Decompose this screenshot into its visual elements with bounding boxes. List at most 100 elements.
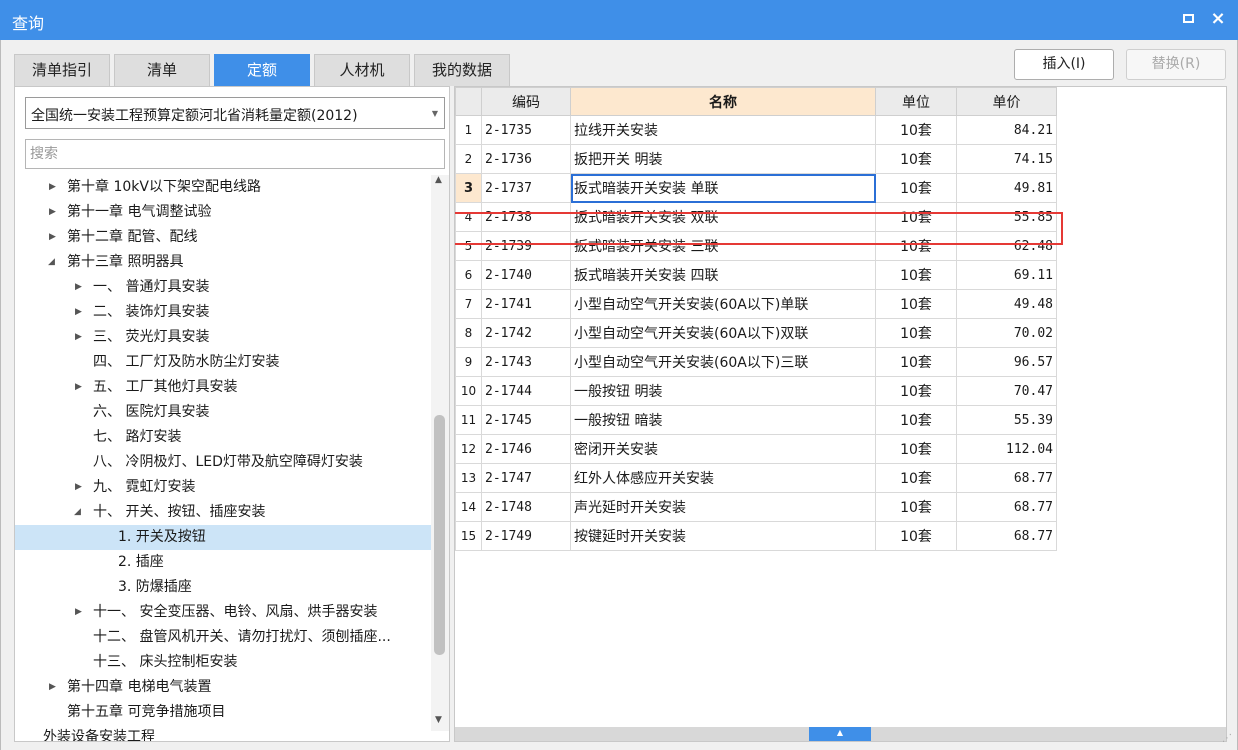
table-row[interactable]: 8 2-1742 小型自动空气开关安装(60A以下)双联 10套 70.02 (455, 318, 1057, 348)
insert-button[interactable]: 插入(I) (1014, 49, 1114, 80)
tree-item[interactable]: 十二、 盘管风机开关、请勿打扰灯、须刨插座... (15, 625, 431, 650)
expand-arrow-icon[interactable]: ▶ (49, 200, 56, 225)
tab-list[interactable]: 清单 (114, 54, 210, 86)
cell-price[interactable]: 70.02 (956, 318, 1057, 348)
column-header-price[interactable]: 单价 (956, 87, 1057, 116)
cell-code[interactable]: 2-1740 (481, 260, 571, 290)
tree-item[interactable]: ◢ 第十三章 照明器具 (15, 250, 431, 275)
tree-item[interactable]: 第十五章 可竞争措施项目 (15, 700, 431, 725)
column-header-unit[interactable]: 单位 (875, 87, 957, 116)
cell-name[interactable]: 一般按钮 明装 (570, 376, 876, 406)
cell-name[interactable]: 小型自动空气开关安装(60A以下)单联 (570, 289, 876, 319)
cell-price[interactable]: 112.04 (956, 434, 1057, 464)
expand-arrow-icon[interactable]: ▶ (49, 175, 56, 200)
cell-code[interactable]: 2-1747 (481, 463, 571, 493)
cell-unit[interactable]: 10套 (875, 376, 957, 406)
tree-item[interactable]: ▶ 十一、 安全变压器、电铃、风扇、烘手器安装 (15, 600, 431, 625)
scroll-up-icon[interactable]: ▲ (435, 175, 442, 185)
cell-name[interactable]: 扳式暗装开关安装 四联 (570, 260, 876, 290)
table-row[interactable]: 15 2-1749 按键延时开关安装 10套 68.77 (455, 521, 1057, 551)
tree-item[interactable]: ◢ 十、 开关、按钮、插座安装 (15, 500, 431, 525)
cell-unit[interactable]: 10套 (875, 173, 957, 203)
cell-code[interactable]: 2-1749 (481, 521, 571, 551)
expand-arrow-icon[interactable]: ▶ (75, 600, 82, 625)
cell-unit[interactable]: 10套 (875, 289, 957, 319)
table-row[interactable]: 14 2-1748 声光延时开关安装 10套 68.77 (455, 492, 1057, 522)
tree-item[interactable]: 八、 冷阴极灯、LED灯带及航空障碍灯安装 (15, 450, 431, 475)
tree-item-selected[interactable]: 1. 开关及按钮 (15, 525, 431, 550)
table-row[interactable]: 10 2-1744 一般按钮 明装 10套 70.47 (455, 376, 1057, 406)
tab-my-data[interactable]: 我的数据 (414, 54, 510, 86)
cell-unit[interactable]: 10套 (875, 231, 957, 261)
cell-price[interactable]: 69.11 (956, 260, 1057, 290)
cell-name[interactable]: 声光延时开关安装 (570, 492, 876, 522)
cell-name[interactable]: 扳式暗装开关安装 双联 (570, 202, 876, 232)
tree-item[interactable]: 六、 医院灯具安装 (15, 400, 431, 425)
scroll-down-icon[interactable]: ▼ (435, 715, 442, 725)
cell-code[interactable]: 2-1744 (481, 376, 571, 406)
table-row[interactable]: 13 2-1747 红外人体感应开关安装 10套 68.77 (455, 463, 1057, 493)
cell-unit[interactable]: 10套 (875, 492, 957, 522)
table-row[interactable]: 4 2-1738 扳式暗装开关安装 双联 10套 55.85 (455, 202, 1057, 232)
table-row[interactable]: 12 2-1746 密闭开关安装 10套 112.04 (455, 434, 1057, 464)
expand-arrow-icon[interactable]: ▶ (49, 675, 56, 700)
cell-code[interactable]: 2-1735 (481, 115, 571, 145)
replace-button[interactable]: 替换(R) (1126, 49, 1226, 80)
cell-unit[interactable]: 10套 (875, 463, 957, 493)
cell-unit[interactable]: 10套 (875, 202, 957, 232)
cell-code[interactable]: 2-1741 (481, 289, 571, 319)
tree-item[interactable]: 3. 防爆插座 (15, 575, 431, 600)
table-row[interactable]: 5 2-1739 扳式暗装开关安装 三联 10套 62.48 (455, 231, 1057, 261)
cell-unit[interactable]: 10套 (875, 521, 957, 551)
cell-unit[interactable]: 10套 (875, 434, 957, 464)
tab-quota[interactable]: 定额 (214, 54, 310, 86)
cell-code[interactable]: 2-1739 (481, 231, 571, 261)
cell-price[interactable]: 96.57 (956, 347, 1057, 377)
cell-price[interactable]: 68.77 (956, 492, 1057, 522)
table-row[interactable]: 11 2-1745 一般按钮 暗装 10套 55.39 (455, 405, 1057, 435)
expand-arrow-icon[interactable]: ▶ (75, 275, 82, 300)
cell-code[interactable]: 2-1736 (481, 144, 571, 174)
cell-code[interactable]: 2-1743 (481, 347, 571, 377)
cell-price[interactable]: 55.85 (956, 202, 1057, 232)
cell-name[interactable]: 小型自动空气开关安装(60A以下)三联 (570, 347, 876, 377)
collapse-arrow-icon[interactable]: ◢ (74, 500, 81, 525)
column-header-code[interactable]: 编码 (481, 87, 571, 116)
expand-arrow-icon[interactable]: ▶ (49, 225, 56, 250)
cell-code[interactable]: 2-1737 (481, 173, 571, 203)
collapse-arrow-icon[interactable]: ◢ (48, 250, 55, 275)
cell-unit[interactable]: 10套 (875, 405, 957, 435)
tree-item[interactable]: 2. 插座 (15, 550, 431, 575)
tree-scrollbar[interactable]: ▲ ▼ (431, 175, 449, 731)
tree-item[interactable]: ▶ 一、 普通灯具安装 (15, 275, 431, 300)
cell-unit[interactable]: 10套 (875, 318, 957, 348)
cell-name[interactable]: 拉线开关安装 (570, 115, 876, 145)
cell-name-focused[interactable]: 扳式暗装开关安装 单联 (570, 173, 876, 203)
tree-item[interactable]: ▶ 第十四章 电梯电气装置 (15, 675, 431, 700)
table-row-selected[interactable]: 3 2-1737 扳式暗装开关安装 单联 10套 49.81 (455, 173, 1057, 203)
search-input[interactable] (25, 139, 445, 169)
tree-item[interactable]: 外装设备安装工程 (15, 725, 431, 741)
collapse-toggle-icon[interactable]: ▲ (809, 727, 871, 741)
cell-unit[interactable]: 10套 (875, 144, 957, 174)
cell-unit[interactable]: 10套 (875, 115, 957, 145)
table-row[interactable]: 9 2-1743 小型自动空气开关安装(60A以下)三联 10套 96.57 (455, 347, 1057, 377)
tab-list-guide[interactable]: 清单指引 (14, 54, 110, 86)
cell-price[interactable]: 68.77 (956, 521, 1057, 551)
expand-arrow-icon[interactable]: ▶ (75, 475, 82, 500)
cell-name[interactable]: 红外人体感应开关安装 (570, 463, 876, 493)
cell-price[interactable]: 49.81 (956, 173, 1057, 203)
cell-price[interactable]: 70.47 (956, 376, 1057, 406)
tree-item[interactable]: ▶ 二、 装饰灯具安装 (15, 300, 431, 325)
cell-price[interactable]: 74.15 (956, 144, 1057, 174)
tree-item[interactable]: ▶ 九、 霓虹灯安装 (15, 475, 431, 500)
cell-name[interactable]: 密闭开关安装 (570, 434, 876, 464)
table-row[interactable]: 1 2-1735 拉线开关安装 10套 84.21 (455, 115, 1057, 145)
tree-item[interactable]: 四、 工厂灯及防水防尘灯安装 (15, 350, 431, 375)
cell-price[interactable]: 49.48 (956, 289, 1057, 319)
cell-code[interactable]: 2-1748 (481, 492, 571, 522)
table-row[interactable]: 2 2-1736 扳把开关 明装 10套 74.15 (455, 144, 1057, 174)
cell-code[interactable]: 2-1738 (481, 202, 571, 232)
tree-item[interactable]: ▶ 第十二章 配管、配线 (15, 225, 431, 250)
cell-unit[interactable]: 10套 (875, 347, 957, 377)
